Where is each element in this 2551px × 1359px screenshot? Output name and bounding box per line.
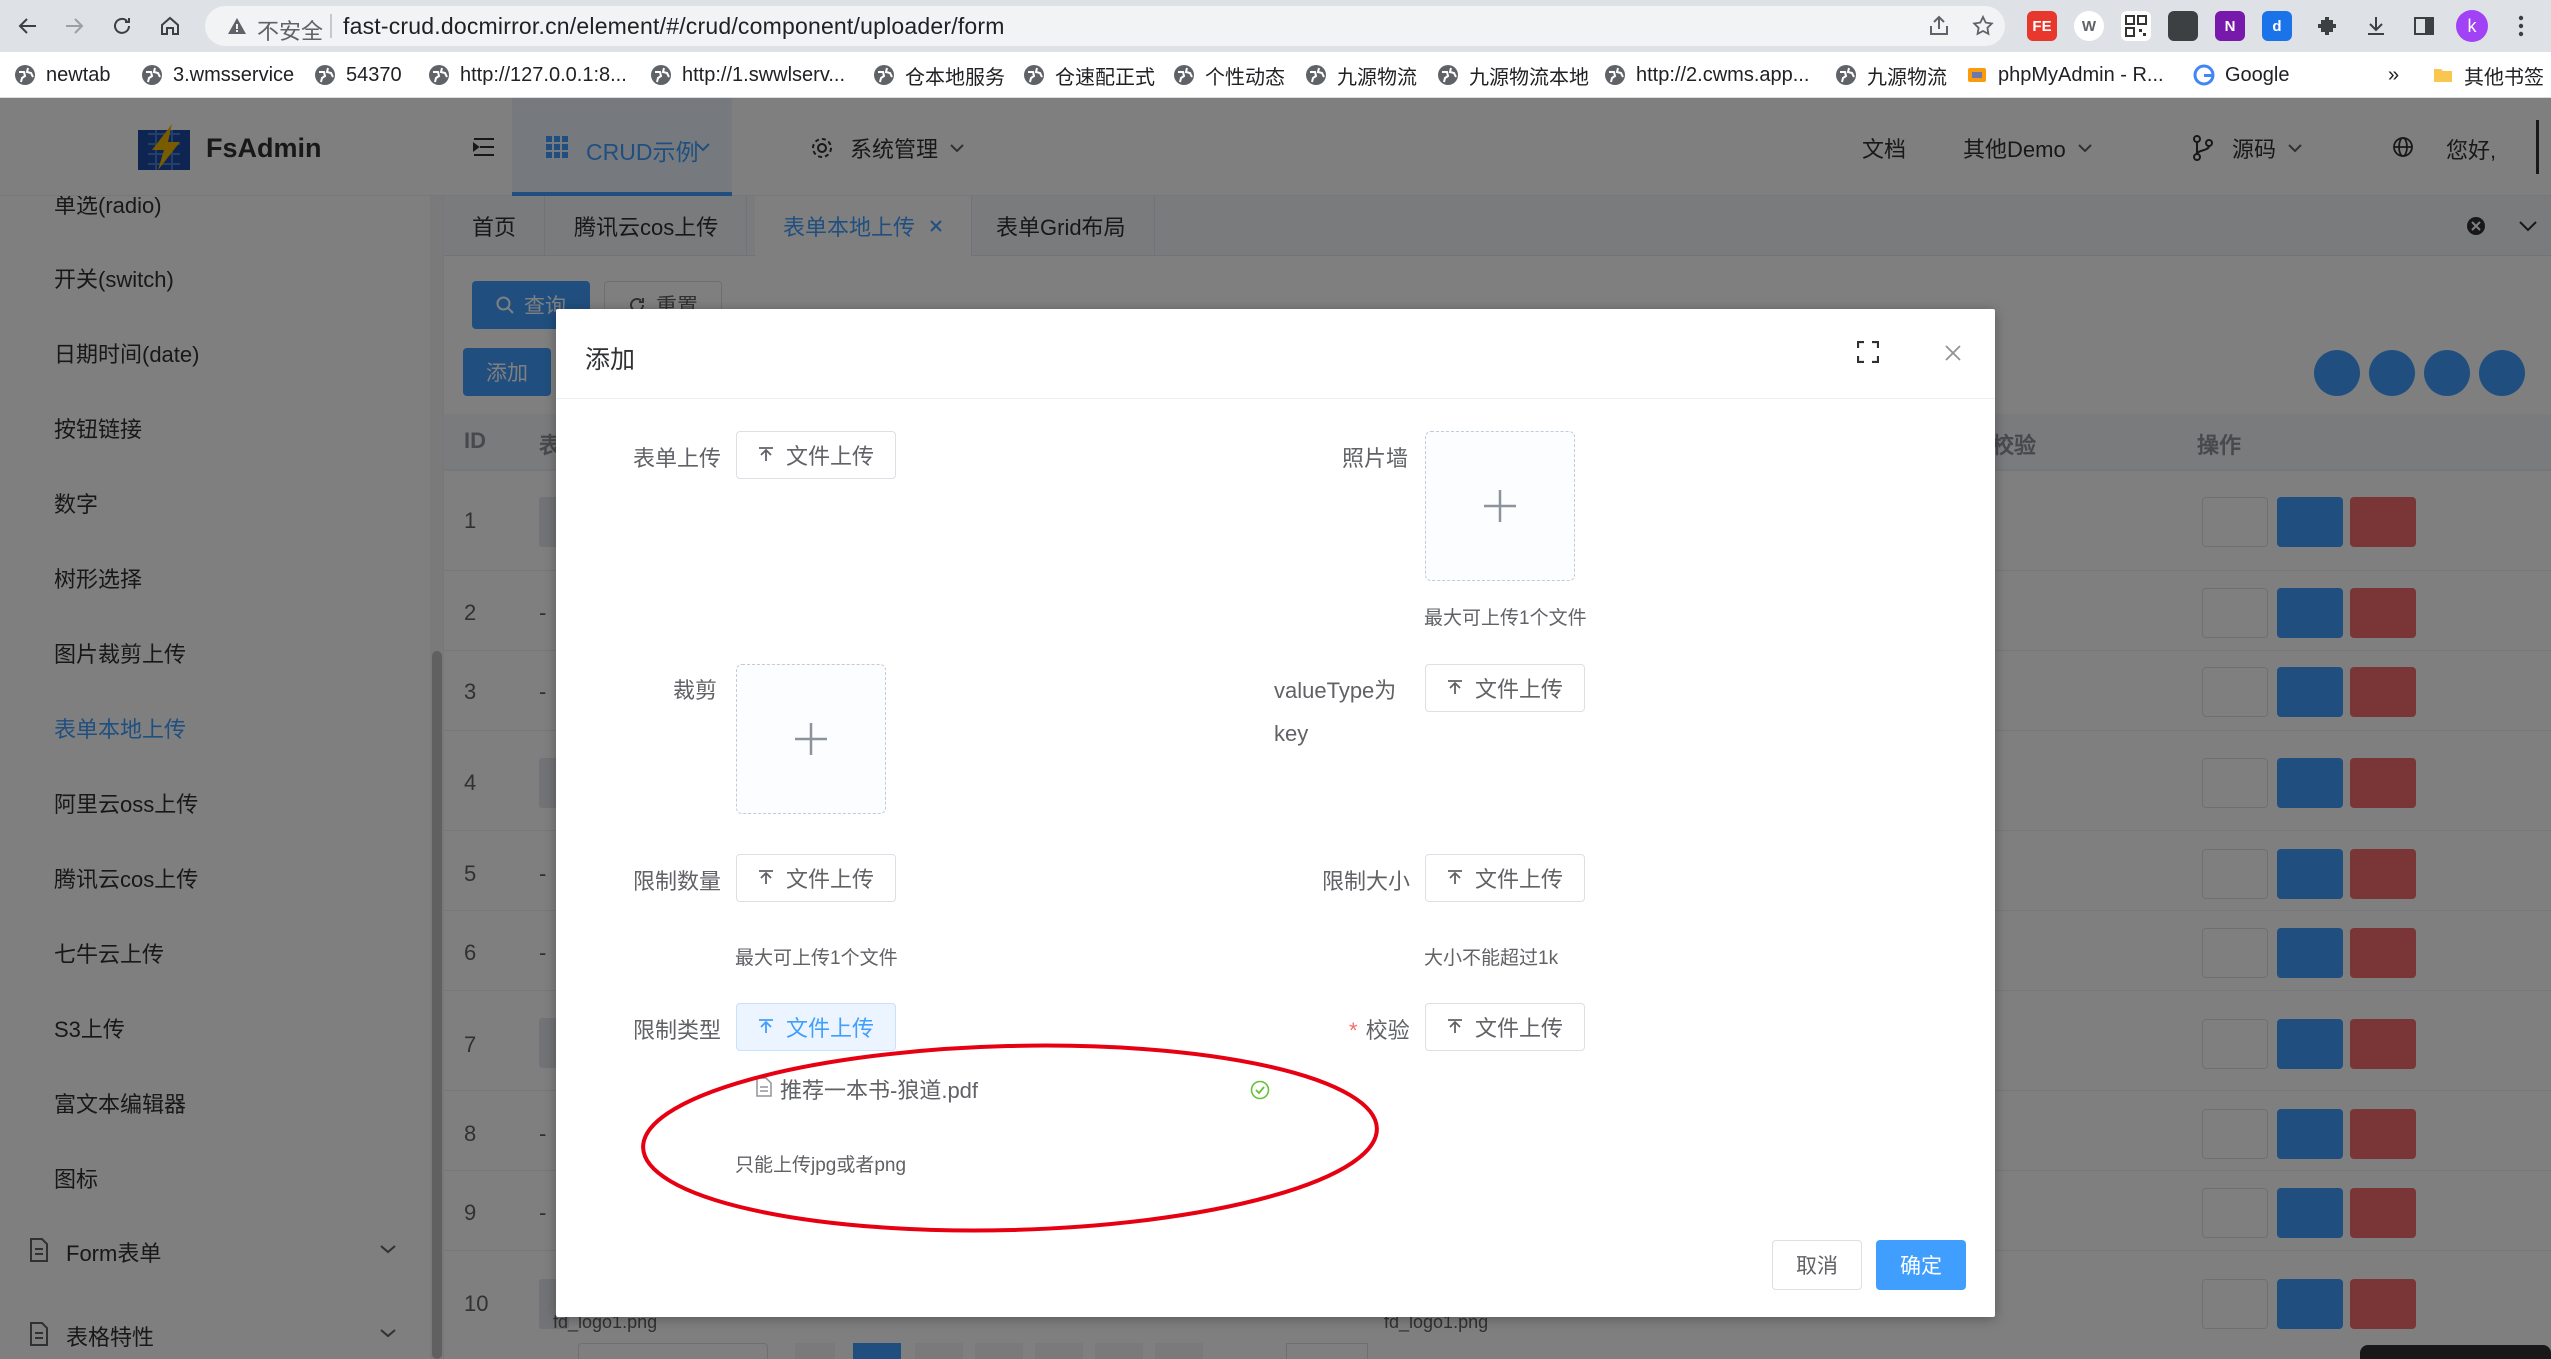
bookmark-item[interactable]: 仓本地服务: [873, 61, 1005, 89]
home-icon[interactable]: [152, 8, 188, 44]
limit-size-upload-button[interactable]: 文件上传: [1425, 854, 1585, 902]
kebab-menu-icon[interactable]: [2516, 14, 2526, 38]
globe-icon: [429, 65, 449, 85]
fullscreen-icon[interactable]: [1857, 341, 1879, 363]
bookmark-item[interactable]: phpMyAdmin - R...: [1966, 61, 2164, 89]
puzzle-icon[interactable]: [2315, 14, 2339, 38]
address-bar[interactable]: 不安全 fast-crud.docmirror.cn/element/#/cru…: [205, 6, 2005, 46]
confirm-button[interactable]: 确定: [1876, 1240, 1966, 1290]
value-type-key-upload-button[interactable]: 文件上传: [1425, 664, 1585, 712]
bookmark-item[interactable]: http://1.swwlserv...: [650, 61, 845, 89]
forward-arrow-icon[interactable]: [56, 8, 92, 44]
plus-icon: [795, 723, 827, 755]
validate-upload-button[interactable]: 文件上传: [1425, 1003, 1585, 1051]
annotation-ellipse: [641, 1043, 1379, 1233]
bookmark-item[interactable]: 九源物流: [1835, 61, 1947, 89]
globe-icon: [1306, 65, 1326, 85]
bookmarks-overflow[interactable]: »: [2388, 61, 2399, 89]
url-text[interactable]: fast-crud.docmirror.cn/element/#/crud/co…: [343, 13, 1005, 40]
globe-icon: [1605, 65, 1625, 85]
terminal-extension-icon[interactable]: [2168, 11, 2198, 41]
bookmark-folder-other[interactable]: 其他书签: [2432, 61, 2544, 89]
globe-icon: [1174, 65, 1194, 85]
globe-icon: [15, 65, 35, 85]
warning-icon: [228, 18, 246, 34]
value-type-key-label-line2: key: [1274, 721, 1309, 746]
form-upload-button[interactable]: 文件上传: [736, 431, 896, 479]
limit-count-upload-button[interactable]: 文件上传: [736, 854, 896, 902]
globe-icon: [1024, 65, 1044, 85]
photo-wall-tip: 最大可上传1个文件: [1424, 608, 1587, 629]
upload-icon: [758, 447, 773, 461]
share-icon[interactable]: [1927, 14, 1951, 38]
globe-icon: [1438, 65, 1458, 85]
globe-icon: [874, 65, 894, 85]
bookmark-item[interactable]: 九源物流本地: [1437, 61, 1589, 89]
limit-size-label: 限制大小: [1322, 869, 1411, 894]
reload-icon[interactable]: [104, 8, 140, 44]
upload-icon: [1447, 1019, 1462, 1033]
star-icon[interactable]: [1971, 14, 1995, 38]
v-extension-icon[interactable]: W: [2074, 11, 2104, 41]
sidepanel-icon[interactable]: [2412, 14, 2436, 38]
upload-icon: [1447, 870, 1462, 884]
browser-toolbar: 不安全 fast-crud.docmirror.cn/element/#/cru…: [0, 0, 2551, 52]
bookmark-item[interactable]: newtab: [14, 61, 111, 89]
bookmark-item[interactable]: 仓速配正式: [1023, 61, 1155, 89]
upload-icon: [758, 870, 773, 884]
phpmyadmin-icon: [1968, 68, 1986, 82]
bookmark-item[interactable]: 九源物流: [1305, 61, 1417, 89]
profile-avatar[interactable]: k: [2456, 10, 2488, 42]
crop-label: 裁剪: [673, 678, 718, 703]
bookmarks-bar: newtab 3.wmsservice 54370 http://127.0.0…: [0, 52, 2551, 98]
upload-icon: [758, 1019, 773, 1033]
upload-icon: [1447, 680, 1462, 694]
limit-count-label: 限制数量: [633, 869, 722, 894]
crop-upload-card[interactable]: [736, 664, 886, 814]
download-icon[interactable]: [2364, 14, 2388, 38]
fe-extension-icon[interactable]: FE: [2027, 11, 2057, 41]
address-separator: [330, 14, 332, 38]
google-icon: [2193, 64, 2215, 86]
globe-icon: [142, 65, 162, 85]
globe-icon: [315, 65, 335, 85]
close-icon[interactable]: [1945, 345, 1961, 361]
form-upload-label: 表单上传: [633, 446, 722, 471]
dialog-title: 添加: [585, 346, 636, 374]
globe-icon: [651, 65, 671, 85]
plus-icon: [1484, 490, 1516, 522]
bookmark-item[interactable]: http://2.cwms.app...: [1604, 61, 1809, 89]
folder-icon: [2434, 69, 2452, 82]
globe-icon: [1836, 65, 1856, 85]
value-type-key-label: valueType为: [1274, 678, 1397, 703]
qrcode-extension-icon[interactable]: [2121, 11, 2151, 41]
d-extension-icon[interactable]: d: [2262, 11, 2292, 41]
limit-size-tip: 大小不能超过1k: [1424, 948, 1559, 969]
photo-wall-label: 照片墙: [1342, 446, 1409, 471]
photo-wall-upload-card[interactable]: [1425, 431, 1575, 581]
bookmark-item[interactable]: http://127.0.0.1:8...: [428, 61, 627, 89]
cancel-button[interactable]: 取消: [1772, 1240, 1862, 1290]
bookmark-item[interactable]: Google: [2193, 61, 2290, 89]
insecure-label: 不安全: [257, 19, 324, 44]
limit-count-tip: 最大可上传1个文件: [735, 948, 898, 969]
dialog-header: 添加: [556, 309, 1995, 399]
onenote-extension-icon[interactable]: N: [2215, 11, 2245, 41]
bookmark-item[interactable]: 3.wmsservice: [141, 61, 294, 89]
back-arrow-icon[interactable]: [10, 8, 46, 44]
bookmark-item[interactable]: 个性动态: [1173, 61, 1285, 89]
bookmark-item[interactable]: 54370: [314, 61, 402, 89]
